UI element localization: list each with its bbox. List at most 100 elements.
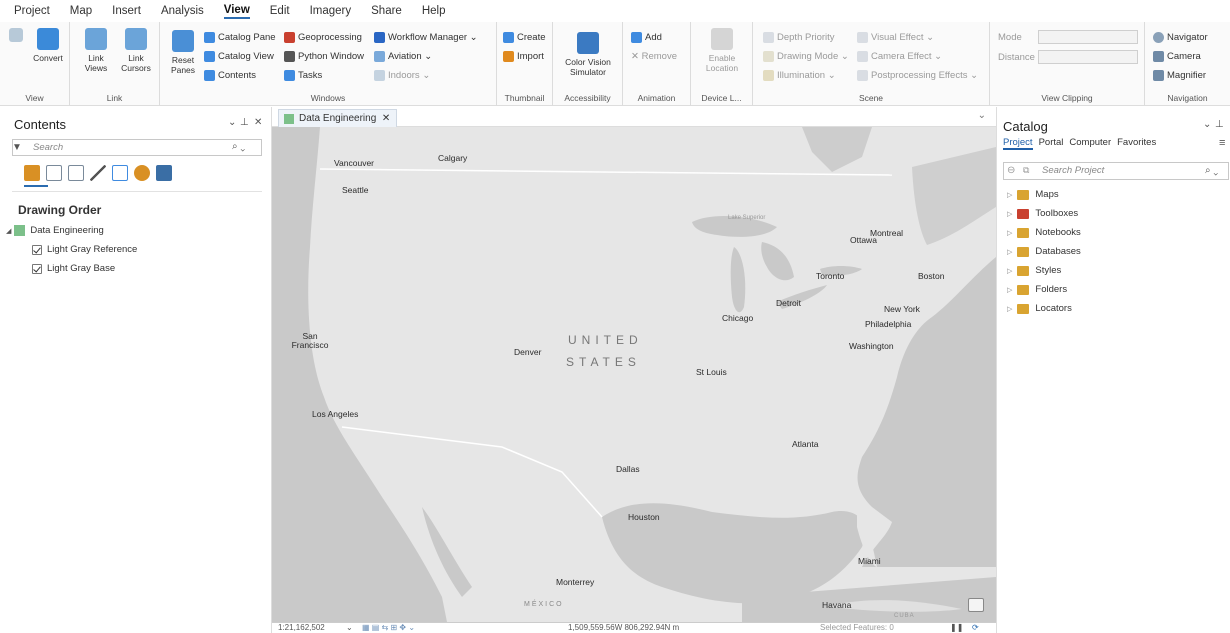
expand-arrow-icon[interactable]: ▷ [1007, 191, 1012, 199]
search-icon[interactable]: ⌕ ⌄ [232, 141, 245, 152]
menu-imagery[interactable]: Imagery [310, 5, 352, 17]
folder-icon [1017, 227, 1030, 238]
camera-effect-button[interactable]: Camera Effect ⌄ [857, 49, 942, 63]
menu-help[interactable]: Help [422, 5, 446, 17]
expand-arrow-icon[interactable]: ▷ [1007, 286, 1012, 294]
refresh-icon[interactable]: ⟳ [972, 623, 979, 632]
tab-favorites[interactable]: Favorites [1117, 137, 1156, 150]
python-window-button[interactable]: Python Window [284, 49, 364, 63]
catalog-view-button[interactable]: Catalog View [204, 49, 274, 63]
group-view: Convert View [0, 22, 70, 106]
color-vision-button[interactable]: Color Vision Simulator [559, 32, 617, 77]
filter-icon[interactable]: ⧉ [1023, 165, 1029, 176]
menu-project[interactable]: Project [14, 5, 50, 17]
illumination-button[interactable]: Illumination ⌄ [763, 68, 836, 82]
catalog-pane-button[interactable]: Catalog Pane [204, 30, 276, 44]
city-label: Seattle [342, 185, 369, 195]
us-canada-border [319, 168, 893, 176]
pause-icon[interactable]: ❚❚ [950, 623, 963, 632]
create-thumbnail-button[interactable]: Create [503, 30, 546, 44]
magnifier-button[interactable]: Magnifier [1153, 68, 1206, 82]
catalog-item-databases[interactable]: ▷ Databases [1007, 246, 1081, 257]
scale-field[interactable]: 1:21,162,502 [278, 623, 325, 632]
catalog-item-toolboxes[interactable]: ▷ Toolboxes [1007, 208, 1078, 219]
layer-visibility-checkbox[interactable] [32, 263, 42, 274]
snapping-icon[interactable] [112, 165, 128, 181]
indoors-button[interactable]: Indoors ⌄ [374, 68, 430, 82]
catalog-item-notebooks[interactable]: ▷ Notebooks [1007, 227, 1081, 238]
catalog-item-locators[interactable]: ▷ Locators [1007, 303, 1072, 314]
catalog-search-input[interactable]: Search Project [1003, 162, 1229, 180]
tab-data-engineering[interactable]: Data Engineering ✕ [278, 109, 398, 127]
import-thumbnail-button[interactable]: Import [503, 49, 544, 63]
scale-dropdown-chevron-icon[interactable]: ⌄ [346, 623, 353, 632]
menu-share[interactable]: Share [371, 5, 402, 17]
back-icon[interactable]: ⊖ [1007, 165, 1015, 176]
expand-arrow-icon[interactable]: ▷ [1007, 210, 1012, 218]
catalog-item-folders[interactable]: ▷ Folders [1007, 284, 1067, 295]
pane-menu-chevron-icon[interactable]: ⌄ [1203, 119, 1211, 130]
menu-analysis[interactable]: Analysis [161, 5, 204, 17]
tab-project[interactable]: Project [1003, 137, 1033, 150]
labeling-icon[interactable] [134, 165, 150, 181]
workflow-manager-button[interactable]: Workflow Manager ⌄ [374, 30, 478, 44]
expand-arrow-icon[interactable]: ▷ [1007, 248, 1012, 256]
pane-menu-chevron-icon[interactable]: ⌄ [228, 117, 236, 128]
chat-icon[interactable] [968, 598, 984, 612]
tab-overflow-chevron-icon[interactable]: ⌄ [978, 110, 986, 121]
enable-location-button[interactable]: Enable Location [697, 28, 747, 73]
map-node[interactable]: ◢ Data Engineering [6, 225, 104, 236]
drawing-mode-button[interactable]: Drawing Mode ⌄ [763, 49, 849, 63]
tasks-button[interactable]: Tasks [284, 68, 322, 82]
tab-computer[interactable]: Computer [1069, 137, 1111, 150]
close-icon[interactable]: ✕ [254, 117, 262, 128]
aviation-button[interactable]: Aviation ⌄ [374, 49, 432, 63]
add-animation-button[interactable]: Add [631, 30, 662, 44]
charts-icon[interactable] [156, 165, 172, 181]
menu-insert[interactable]: Insert [112, 5, 141, 17]
editing-icon[interactable] [90, 165, 106, 181]
layer-light-gray-reference[interactable]: Light Gray Reference [32, 244, 137, 255]
contents-search-input[interactable]: Search [12, 139, 262, 156]
expand-triangle-icon[interactable]: ◢ [6, 227, 11, 235]
mode-dropdown[interactable] [1038, 30, 1138, 44]
country-label-mexico: MÉXICO [524, 601, 564, 608]
pin-icon[interactable]: ⊥ [240, 117, 249, 128]
camera-effect-icon [857, 50, 868, 62]
catalog-item-styles[interactable]: ▷ Styles [1007, 265, 1061, 276]
selection-icon[interactable] [68, 165, 84, 181]
convert-label-button[interactable]: Convert [28, 28, 68, 63]
python-icon [284, 50, 295, 62]
expand-arrow-icon[interactable]: ▷ [1007, 305, 1012, 313]
drawing-order-icon[interactable] [24, 165, 40, 181]
remove-animation-button[interactable]: ✕ Remove [631, 49, 677, 63]
pin-icon[interactable]: ⊥ [1215, 119, 1224, 130]
layer-light-gray-base[interactable]: Light Gray Base [32, 263, 115, 274]
menu-map[interactable]: Map [70, 5, 92, 17]
status-tools-icon[interactable]: ▦ ▤ ⇆ ⊞ ✥ ⌄ [362, 623, 415, 632]
menu-view[interactable]: View [223, 4, 250, 19]
layer-visibility-checkbox[interactable] [32, 244, 42, 255]
expand-arrow-icon[interactable]: ▷ [1007, 267, 1012, 275]
distance-input[interactable] [1038, 50, 1138, 64]
postprocessing-button[interactable]: Postprocessing Effects ⌄ [857, 68, 978, 82]
map-canvas[interactable]: Vancouver Calgary Seattle Ottawa Montrea… [272, 127, 996, 622]
search-icon[interactable]: ⌕ ⌄ [1205, 165, 1218, 176]
geoprocessing-button[interactable]: Geoprocessing [284, 30, 362, 44]
tab-portal[interactable]: Portal [1039, 137, 1064, 150]
expand-arrow-icon[interactable]: ▷ [1007, 229, 1012, 237]
hamburger-menu-icon[interactable]: ≡ [1219, 137, 1225, 149]
navigator-button[interactable]: Navigator [1153, 30, 1208, 44]
reset-panes-button[interactable]: Reset Panes [166, 30, 200, 75]
city-label: Miami [858, 556, 881, 566]
contents-button[interactable]: Contents [204, 68, 256, 82]
data-source-icon[interactable] [46, 165, 62, 181]
link-views-button[interactable]: Link Views [78, 28, 114, 73]
catalog-item-maps[interactable]: ▷ Maps [1007, 189, 1059, 200]
link-cursors-button[interactable]: Link Cursors [116, 28, 156, 73]
camera-button[interactable]: Camera [1153, 49, 1201, 63]
depth-priority-button[interactable]: Depth Priority [763, 30, 835, 44]
menu-edit[interactable]: Edit [270, 5, 290, 17]
visual-effect-button[interactable]: Visual Effect ⌄ [857, 30, 934, 44]
convert-button[interactable] [8, 28, 24, 45]
